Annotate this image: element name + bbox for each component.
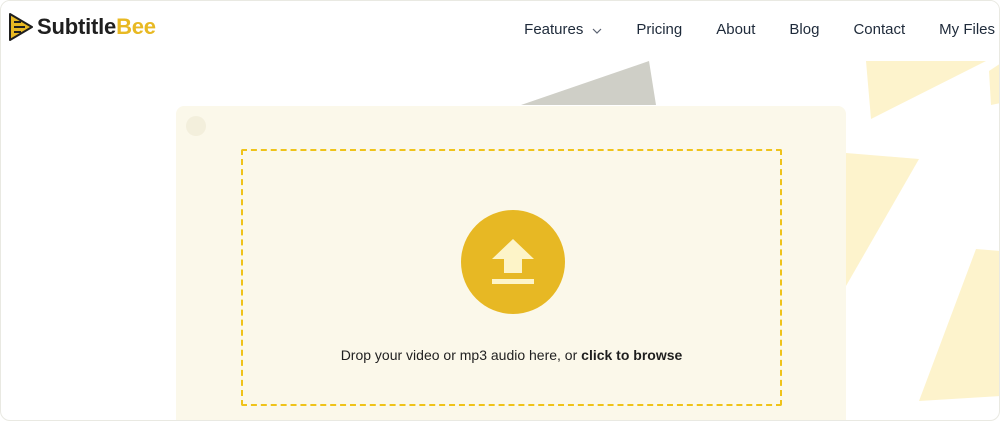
yellow-shape-top bbox=[866, 61, 986, 119]
upload-arrow-icon bbox=[492, 239, 534, 284]
yellow-shape-middle bbox=[846, 153, 919, 286]
brand-name: SubtitleBee bbox=[37, 16, 156, 38]
upload-button[interactable] bbox=[461, 210, 565, 314]
yellow-shape-top-right bbox=[989, 64, 999, 105]
nav-label-features: Features bbox=[524, 20, 584, 38]
nav-item-contact[interactable]: Contact bbox=[853, 21, 905, 38]
dropzone-prompt: Drop your video or mp3 audio here, or bbox=[340, 347, 582, 363]
brand-name-part1: Subtitle bbox=[37, 14, 117, 39]
upload-card: Drop your video or mp3 audio here, or cl… bbox=[176, 106, 846, 420]
chevron-down-icon bbox=[592, 21, 602, 38]
dropzone-instructions: Drop your video or mp3 audio here, or cl… bbox=[243, 347, 780, 363]
brand-logo[interactable]: SubtitleBee bbox=[9, 12, 156, 42]
nav-item-my-files[interactable]: My Files bbox=[939, 21, 995, 38]
nav-item-pricing[interactable]: Pricing bbox=[636, 21, 682, 38]
nav-item-features[interactable]: Features bbox=[524, 21, 602, 38]
main-nav: Features Pricing About Blog Contact My F… bbox=[490, 1, 995, 57]
file-dropzone[interactable]: Drop your video or mp3 audio here, or cl… bbox=[241, 149, 782, 406]
card-decoration-circle bbox=[186, 116, 206, 136]
page-frame: SubtitleBee Features Pricing About Blog … bbox=[0, 0, 1000, 421]
yellow-shape-bottom bbox=[919, 249, 999, 401]
play-bee-icon bbox=[9, 13, 33, 41]
site-header: SubtitleBee Features Pricing About Blog … bbox=[1, 1, 999, 57]
nav-item-about[interactable]: About bbox=[716, 21, 755, 38]
brand-name-part2: Bee bbox=[116, 14, 156, 39]
grey-shape bbox=[521, 61, 656, 105]
nav-item-blog[interactable]: Blog bbox=[789, 21, 819, 38]
browse-link[interactable]: click to browse bbox=[581, 347, 682, 363]
